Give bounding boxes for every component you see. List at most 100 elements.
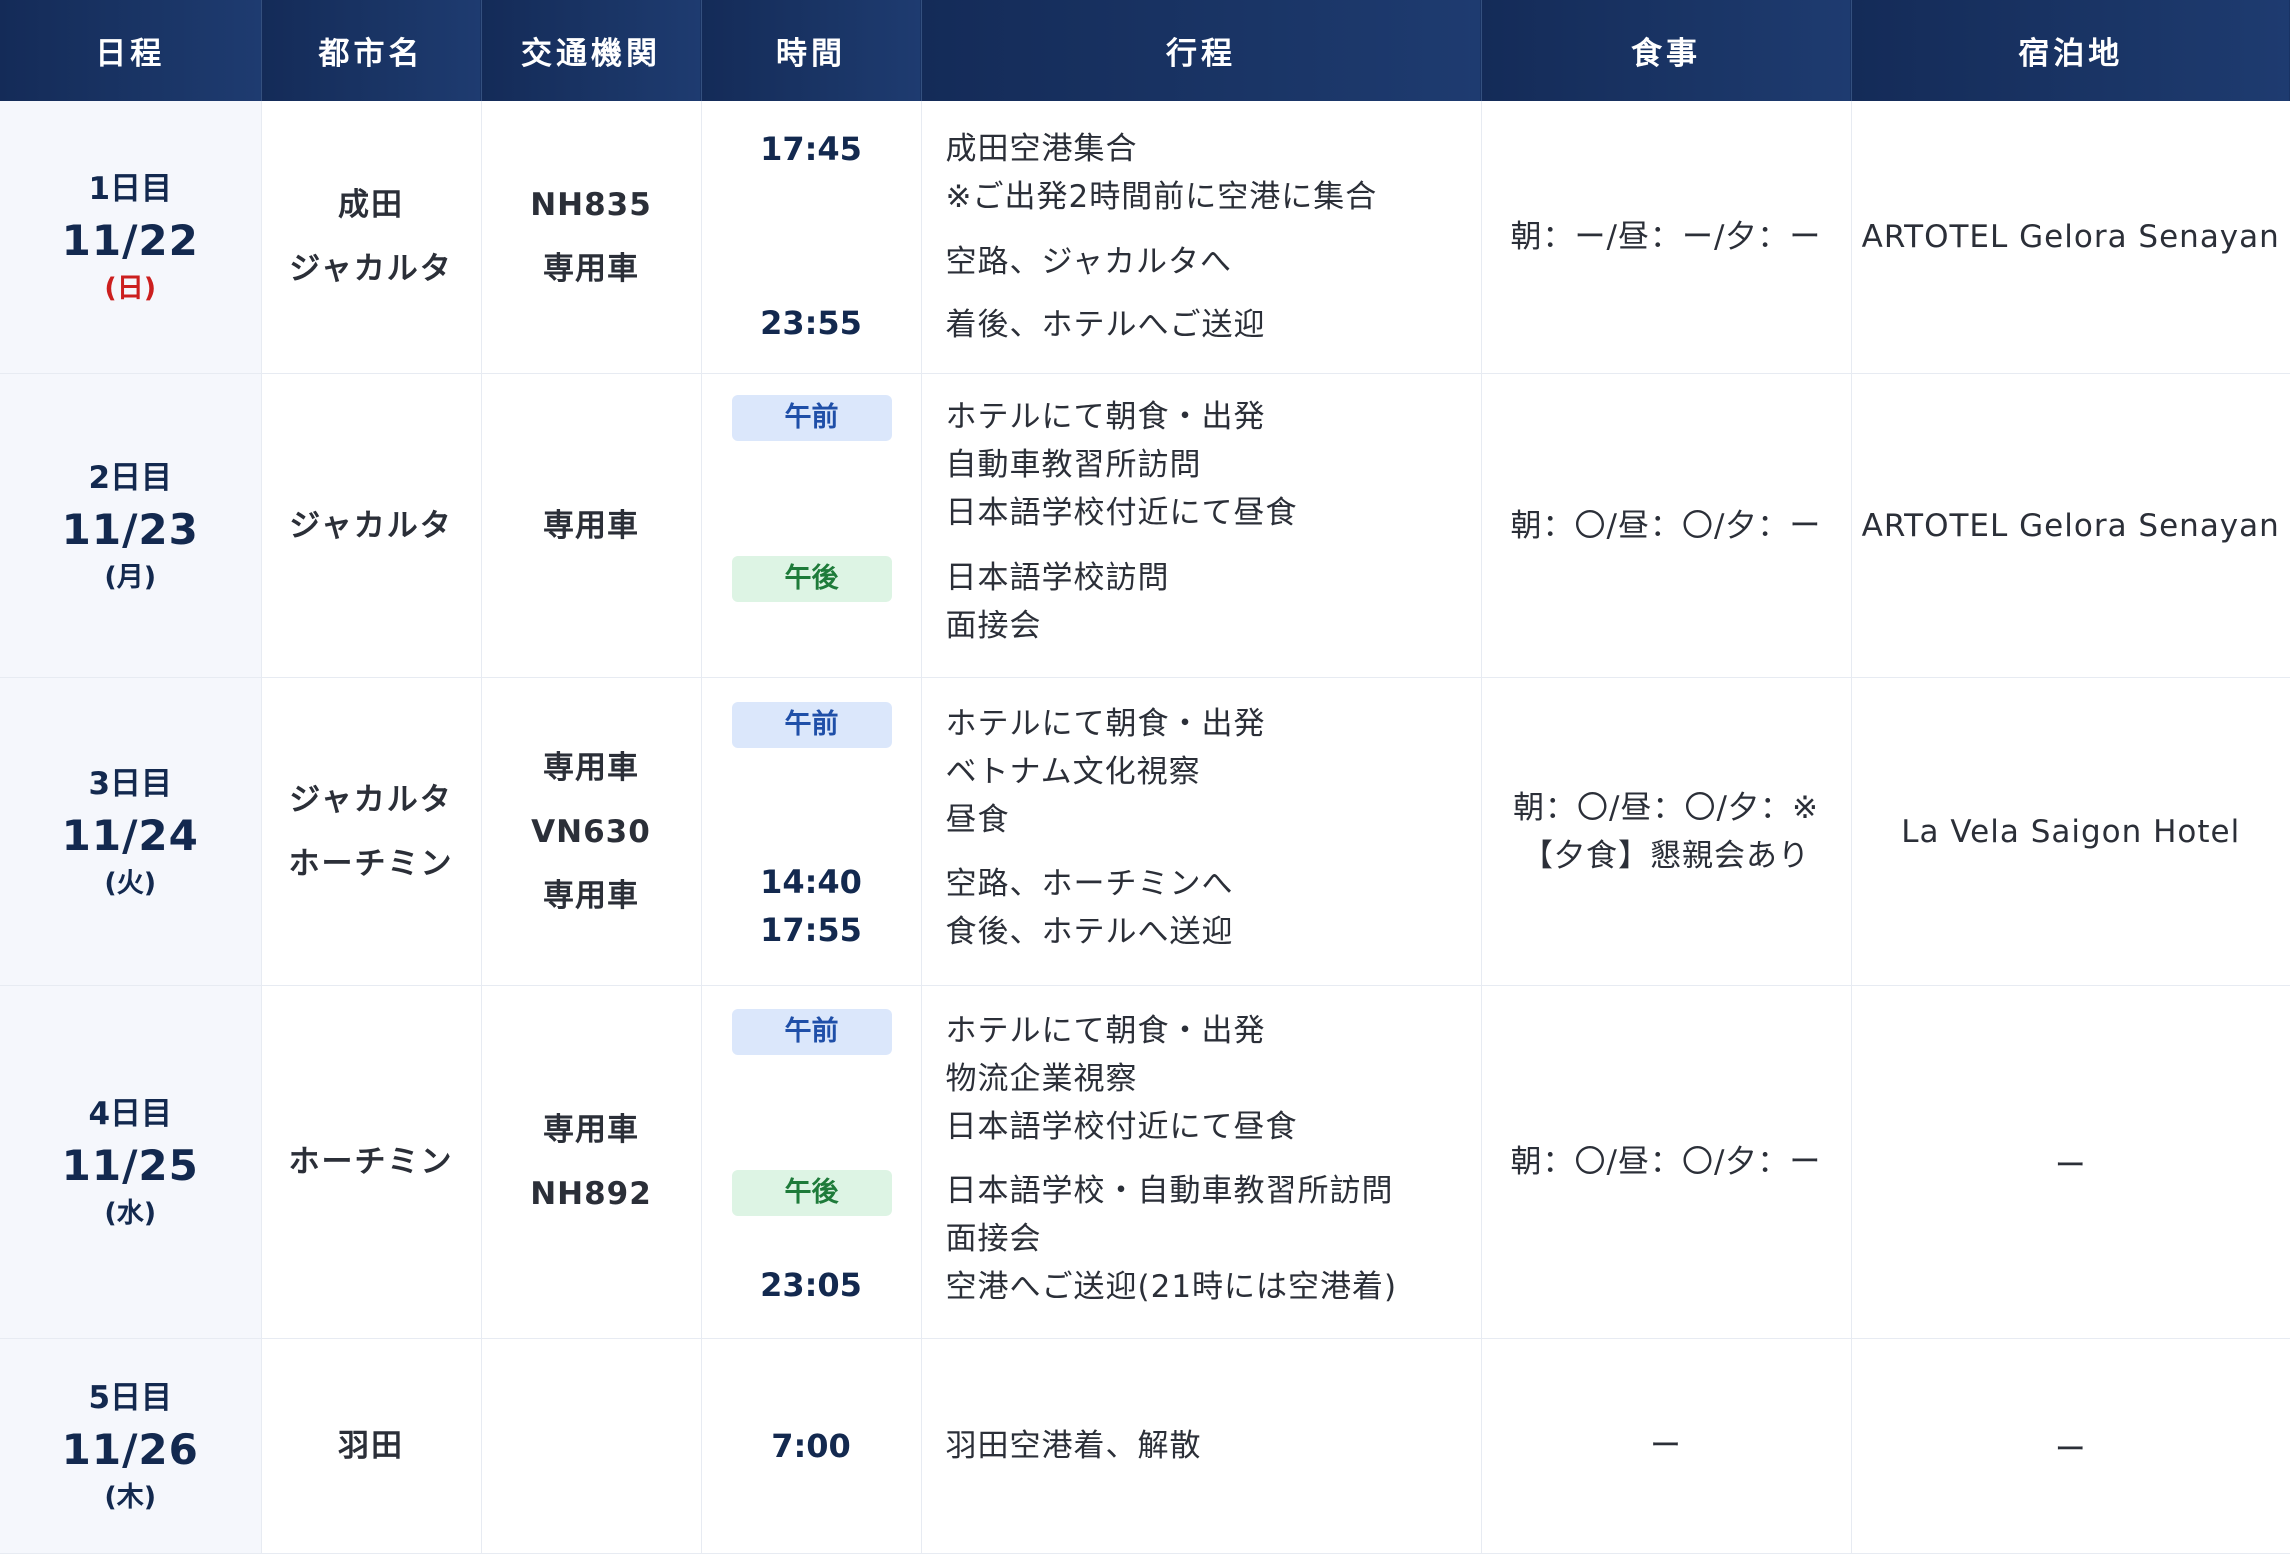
hotel-name: ー: [2054, 1147, 2087, 1184]
schedule-line: 日本語学校・自動車教習所訪問: [945, 1173, 1394, 1209]
am-badge: 午前: [731, 395, 892, 441]
transport-cell: 専用車: [480, 373, 701, 678]
header-schedule: 日程: [0, 0, 261, 101]
schedule-line: 羽田空港着、解散: [945, 1428, 1202, 1464]
city-name: ジャカルタ: [289, 251, 453, 287]
hotel-name: ー: [2054, 1431, 2087, 1468]
meal-info: 朝：〇/昼：〇/夕：※: [1513, 789, 1819, 826]
meals-cell: 朝：〇/昼：〇/夕：※ 【夕食】懇親会あり: [1480, 677, 1851, 986]
date-cell: 5日目 11/26 (木): [0, 1338, 261, 1554]
weekday: (火): [104, 867, 157, 899]
time-cell: 午前 午後 23:05: [700, 985, 921, 1339]
transport-item: 専用車: [543, 251, 639, 287]
day-number: 4日目: [88, 1096, 173, 1132]
meals-cell: ー: [1480, 1338, 1851, 1554]
pm-badge: 午後: [731, 1170, 892, 1216]
city-name: 成田: [338, 187, 404, 223]
transport-cell: 専用車 VN630 専用車: [480, 677, 701, 986]
table-row: 1日目 11/22 (日) 成田 ジャカルタ NH835 専用車 17:45 2…: [0, 101, 2290, 374]
time-cell: 17:45 23:55: [700, 101, 921, 374]
schedule-cell: ホテルにて朝食・出発 ベトナム文化視察 昼食 空路、ホーチミンへ 食後、ホテルへ…: [920, 677, 1481, 986]
weekday: (月): [104, 561, 157, 593]
hotel-cell: ARTOTEL Gelora Senayan: [1850, 101, 2290, 374]
time-label: 23:05: [760, 1266, 862, 1304]
am-badge: 午前: [731, 1009, 892, 1055]
schedule-line: 食後、ホテルへ送迎: [945, 914, 1234, 950]
transport-item: 専用車: [543, 1112, 639, 1148]
transport-cell: [480, 1338, 701, 1554]
date-cell: 1日目 11/22 (日): [0, 101, 261, 374]
header-hotel: 宿泊地: [1850, 0, 2290, 101]
hotel-cell: ー: [1850, 1338, 2290, 1554]
day-number: 2日目: [88, 459, 173, 496]
transport-item: 専用車: [543, 877, 639, 914]
city-name: ジャカルタ: [289, 507, 453, 544]
itinerary-table: 日程 都市名 交通機関 時間 行程 食事 宿泊地 1日目 11/22 (日) 成…: [0, 0, 2290, 1554]
city-cell: 羽田: [260, 1338, 481, 1554]
time-label: 17:55: [760, 911, 862, 949]
schedule-cell: ホテルにて朝食・出発 自動車教習所訪問 日本語学校付近にて昼食 日本語学校訪問 …: [920, 373, 1481, 678]
transport-item: 専用車: [543, 749, 639, 786]
meals-cell: 朝：〇/昼：〇/夕：ー: [1480, 985, 1851, 1339]
meals-cell: 朝：〇/昼：〇/夕：ー: [1480, 373, 1851, 678]
schedule-line: 面接会: [945, 608, 1042, 644]
city-name: ホーチミン: [288, 1144, 454, 1180]
schedule-line: ホテルにて朝食・出発: [945, 706, 1266, 742]
schedule-line: 日本語学校訪問: [945, 560, 1170, 596]
time-label: 14:40: [760, 863, 862, 901]
date-cell: 2日目 11/23 (月): [0, 373, 261, 678]
schedule-line: 自動車教習所訪問: [945, 447, 1202, 483]
date-cell: 3日目 11/24 (火): [0, 677, 261, 986]
pm-badge: 午後: [731, 556, 892, 602]
table-row: 5日目 11/26 (木) 羽田 7:00 羽田空港着、解散 ー ー: [0, 1338, 2290, 1554]
schedule-line: 着後、ホテルへご送迎: [945, 307, 1266, 343]
day-number: 5日目: [88, 1380, 173, 1416]
transport-cell: NH835 専用車: [480, 101, 701, 374]
schedule-line: ホテルにて朝食・出発: [945, 1013, 1266, 1049]
header-row: 日程 都市名 交通機関 時間 行程 食事 宿泊地: [0, 0, 2290, 101]
transport-item: 専用車: [543, 507, 639, 544]
transport-item: VN630: [531, 813, 651, 850]
city-cell: ジャカルタ: [260, 373, 481, 678]
meals-cell: 朝：ー/昼：ー/夕：ー: [1480, 101, 1851, 374]
schedule-line: 面接会: [945, 1221, 1042, 1257]
time-label: 7:00: [771, 1427, 851, 1465]
transport-item: NH835: [530, 187, 652, 223]
schedule-line: 空路、ジャカルタへ: [945, 244, 1232, 280]
date: 11/23: [61, 504, 199, 554]
city-cell: ジャカルタ ホーチミン: [260, 677, 481, 986]
city-name: ジャカルタ: [289, 781, 453, 818]
schedule-line: 空路、ホーチミンへ: [945, 866, 1234, 902]
header-time: 時間: [700, 0, 921, 101]
table-row: 2日目 11/23 (月) ジャカルタ 専用車 午前 午後 ホテルにて朝食・出発: [0, 373, 2290, 678]
city-cell: 成田 ジャカルタ: [260, 101, 481, 374]
day-number: 1日目: [88, 171, 173, 207]
schedule-line: 日本語学校付近にて昼食: [945, 495, 1298, 531]
meal-info: 朝：〇/昼：〇/夕：ー: [1510, 1144, 1822, 1180]
schedule-line: 空港へご送迎(21時には空港着): [945, 1269, 1398, 1305]
am-badge: 午前: [731, 702, 892, 748]
city-name: 羽田: [338, 1428, 404, 1464]
time-cell: 午前 14:40 17:55: [700, 677, 921, 986]
city-cell: ホーチミン: [260, 985, 481, 1339]
header-transport: 交通機関: [480, 0, 701, 101]
day-number: 3日目: [88, 765, 173, 802]
time-label: 17:45: [760, 130, 862, 168]
schedule-cell: 成田空港集合 ※ご出発2時間前に空港に集合 空路、ジャカルタへ 着後、ホテルへご…: [920, 101, 1481, 374]
hotel-cell: ARTOTEL Gelora Senayan: [1850, 373, 2290, 678]
header-city: 都市名: [260, 0, 481, 101]
schedule-line: 成田空港集合: [945, 131, 1138, 167]
date: 11/26: [61, 1425, 199, 1474]
hotel-name: ARTOTEL Gelora Senayan: [1861, 219, 2280, 255]
header-itinerary: 行程: [920, 0, 1481, 101]
meal-info: ー: [1650, 1428, 1682, 1464]
date: 11/25: [61, 1141, 199, 1190]
hotel-name: ARTOTEL Gelora Senayan: [1861, 507, 2280, 544]
time-cell: 午前 午後: [700, 373, 921, 678]
header-meals: 食事: [1480, 0, 1851, 101]
city-name: ホーチミン: [288, 845, 454, 882]
time-label: 23:55: [760, 304, 862, 342]
hotel-name: La Vela Saigon Hotel: [1901, 813, 2241, 850]
meal-info: 朝：ー/昼：ー/夕：ー: [1510, 219, 1822, 255]
weekday: (水): [104, 1198, 157, 1229]
